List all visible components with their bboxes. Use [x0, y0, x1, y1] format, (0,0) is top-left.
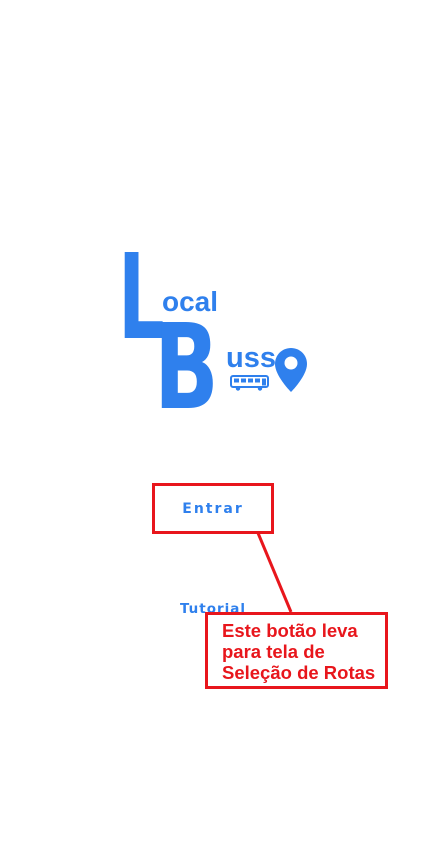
- local-buss-logo: L ocal B uss: [0, 0, 426, 847]
- location-pin-icon: [275, 348, 307, 392]
- callout-line-3: Seleção de Rotas: [222, 662, 376, 683]
- callout-line-1: Este botão leva: [222, 620, 358, 641]
- annotation-callout: Este botão leva para tela de Seleção de …: [205, 612, 388, 689]
- callout-line-2: para tela de: [222, 641, 325, 662]
- bus-icon: [230, 375, 269, 391]
- logo-text-uss: uss: [226, 342, 276, 374]
- logo-letter-b: B: [154, 298, 219, 436]
- app-screen: L ocal B uss Entrar Tutorial Este botão …: [0, 0, 426, 847]
- annotation-highlight-box: [152, 483, 274, 534]
